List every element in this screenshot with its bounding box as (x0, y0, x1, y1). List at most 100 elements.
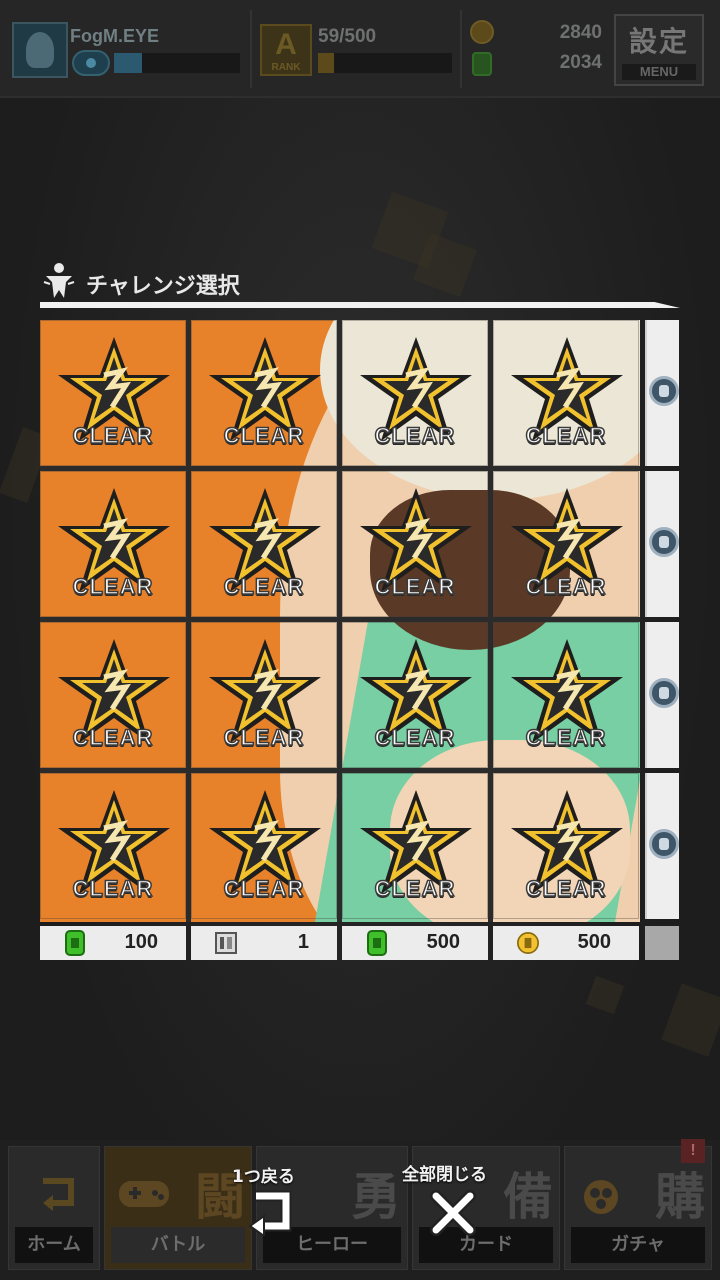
grid-divider (488, 320, 493, 922)
clear-label: CLEAR (525, 573, 607, 600)
challenge-cell[interactable]: CLEAR (342, 471, 488, 617)
divider (460, 10, 462, 88)
background-decoration (661, 983, 720, 1057)
screen-root: FogM.EYE A RANK 59/500 2840 2034 設定 MENU… (0, 0, 720, 1280)
challenge-cell[interactable]: CLEAR (342, 622, 488, 768)
clear-label: CLEAR (72, 724, 154, 751)
nav-label-gacha: ガチャ (571, 1227, 705, 1263)
challenge-cell[interactable]: CLEAR (40, 773, 186, 919)
challenge-cell[interactable]: CLEAR (493, 471, 639, 617)
reward-value: 500 (426, 931, 460, 953)
clear-label: CLEAR (223, 875, 305, 902)
hero-glyph: 勇 (351, 1168, 401, 1226)
challenge-cell[interactable]: CLEAR (493, 320, 639, 466)
challenge-grid: CLEAR CLEAR CLEAR CLEAR CLEAR CLEAR CLEAR CLEAR… (40, 320, 640, 922)
challenge-cell[interactable]: CLEAR (191, 471, 337, 617)
nav-label-battle: バトル (111, 1227, 245, 1263)
rank-label: RANK (271, 62, 301, 73)
nav-label-home: ホーム (15, 1227, 93, 1263)
clear-label: CLEAR (374, 422, 456, 449)
clear-label: CLEAR (374, 724, 456, 751)
close-all-button[interactable] (428, 1188, 478, 1238)
medal-icon (649, 376, 679, 406)
reward-empty-cell (645, 926, 679, 960)
column-reward: 1 (191, 926, 337, 960)
header-underline (40, 302, 680, 308)
grid-divider (40, 617, 640, 622)
rank-badge: A RANK (260, 24, 312, 76)
fuel-icon (65, 930, 85, 956)
ticket-icon (215, 932, 237, 954)
reward-value: 500 (577, 931, 611, 953)
gacha-glyph: 購 (655, 1168, 705, 1226)
rank-bar (318, 53, 452, 73)
background-decoration (585, 975, 625, 1015)
grid-divider (40, 768, 640, 773)
coin-icon (470, 20, 494, 44)
hero-icon (43, 263, 75, 298)
nav-tab-gacha[interactable]: 購 ! ガチャ (564, 1139, 712, 1270)
row-reward-cell[interactable] (645, 773, 679, 919)
challenge-cell[interactable]: CLEAR (342, 320, 488, 466)
clear-label: CLEAR (525, 724, 607, 751)
challenge-cell[interactable]: CLEAR (493, 622, 639, 768)
challenge-cell[interactable]: CLEAR (342, 773, 488, 919)
eye-icon (72, 50, 110, 76)
fuel-count: 2034 (559, 52, 602, 73)
column-reward: 100 (40, 926, 186, 960)
player-avatar[interactable] (12, 22, 68, 78)
clear-label: CLEAR (525, 422, 607, 449)
nav-tab-battle[interactable]: 闘 バトル (104, 1146, 252, 1270)
row-reward-cell[interactable] (645, 320, 679, 466)
gacha-icon (584, 1180, 618, 1214)
gamepad-icon (119, 1181, 169, 1207)
reward-value: 100 (124, 931, 158, 953)
challenge-cell[interactable]: CLEAR (191, 622, 337, 768)
medal-icon (649, 527, 679, 557)
settings-kanji: 設定 (628, 25, 689, 58)
challenge-cell[interactable]: CLEAR (40, 320, 186, 466)
column-reward: 500 (342, 926, 488, 960)
rank-progress: 59/500 (318, 26, 377, 47)
clear-label: CLEAR (223, 422, 305, 449)
clear-label: CLEAR (72, 573, 154, 600)
notification-badge: ! (681, 1139, 705, 1163)
challenge-cell[interactable]: CLEAR (191, 320, 337, 466)
challenge-cell[interactable]: CLEAR (191, 773, 337, 919)
coin-icon (517, 932, 539, 954)
medal-icon (649, 678, 679, 708)
challenge-cell[interactable]: CLEAR (40, 471, 186, 617)
clear-label: CLEAR (72, 422, 154, 449)
fuel-icon (367, 930, 387, 956)
settings-menu-button[interactable]: 設定 MENU (614, 14, 704, 86)
card-glyph: 備 (503, 1168, 553, 1226)
column-reward: 500 (493, 926, 639, 960)
challenge-cell[interactable]: CLEAR (493, 773, 639, 919)
close-all-label: 全部閉じる (402, 1165, 487, 1185)
reward-value: 1 (297, 931, 309, 953)
clear-label: CLEAR (525, 875, 607, 902)
nav-tab-home[interactable]: ホーム (8, 1146, 100, 1270)
rank-letter: A (275, 28, 297, 61)
clear-label: CLEAR (223, 573, 305, 600)
bottom-navigation: ホーム 闘 バトル 勇 ヒーロー 備 カード 購 ! ガチャ (0, 1139, 720, 1280)
clear-label: CLEAR (223, 724, 305, 751)
back-button[interactable] (242, 1190, 294, 1236)
row-reward-cell[interactable] (645, 471, 679, 617)
player-name: FogM.EYE (70, 26, 159, 46)
back-label: 1つ戻る (232, 1167, 295, 1187)
divider (250, 10, 252, 88)
rank-bar-fill (318, 53, 335, 73)
home-arrow-icon (43, 1178, 74, 1211)
panel-title: チャレンジ選択 (86, 274, 240, 299)
coin-count: 2840 (559, 22, 602, 43)
challenge-select-header: チャレンジ選択 (40, 262, 680, 308)
clear-label: CLEAR (374, 573, 456, 600)
row-reward-cell[interactable] (645, 622, 679, 768)
clear-label: CLEAR (72, 875, 154, 902)
challenge-cell[interactable]: CLEAR (40, 622, 186, 768)
status-bar: FogM.EYE A RANK 59/500 2840 2034 設定 MENU (0, 0, 720, 98)
xp-bar-fill (114, 53, 142, 73)
medal-icon (649, 829, 679, 859)
menu-label: MENU (622, 64, 696, 80)
